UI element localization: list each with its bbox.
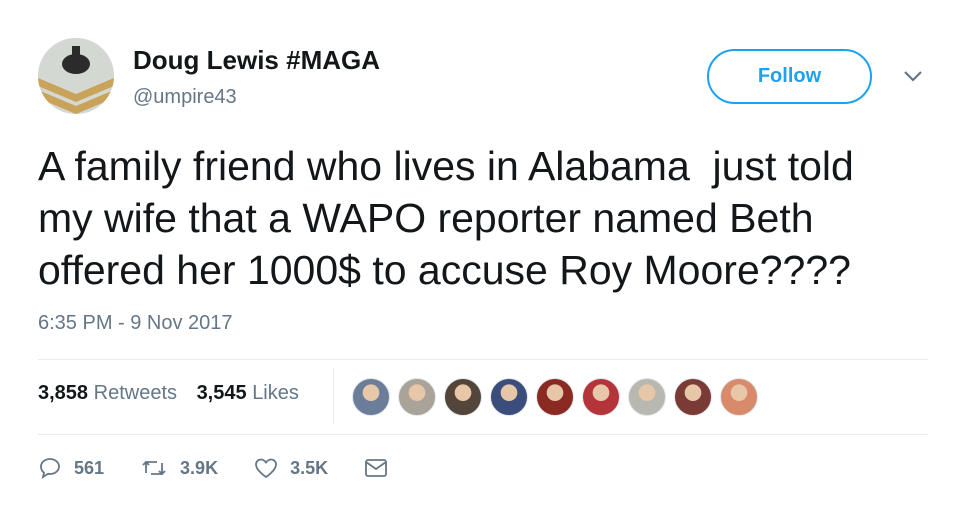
- reply-icon: [40, 458, 60, 479]
- display-name[interactable]: Doug Lewis #MAGA: [133, 45, 380, 76]
- message-button[interactable]: [364, 458, 400, 478]
- retweet-count: 3.9K: [180, 457, 219, 478]
- retweets-count: 3,858: [38, 382, 89, 404]
- liker-avatar[interactable]: [536, 378, 574, 416]
- likes-count: 3,545: [196, 382, 247, 404]
- user-handle[interactable]: @umpire43: [133, 86, 237, 109]
- liker-avatar[interactable]: [444, 378, 482, 416]
- reply-count: 561: [74, 457, 105, 478]
- liker-avatars: [352, 378, 766, 418]
- like-count: 3.5K: [290, 457, 329, 478]
- liker-avatar[interactable]: [628, 378, 666, 416]
- liker-avatar[interactable]: [582, 378, 620, 416]
- liker-avatar[interactable]: [352, 378, 390, 416]
- liker-avatar[interactable]: [674, 378, 712, 416]
- tweet-actions: 561 3.9K 3.5K: [38, 456, 436, 480]
- liker-avatar[interactable]: [720, 378, 758, 416]
- user-avatar[interactable]: [38, 38, 114, 114]
- like-button[interactable]: 3.5K: [254, 457, 328, 479]
- envelope-icon: [365, 459, 388, 477]
- divider: [333, 368, 334, 424]
- likes-stat[interactable]: 3,545 Likes: [197, 382, 299, 404]
- engagement-stats: 3,858 Retweets 3,545 Likes: [38, 382, 313, 405]
- retweets-stat[interactable]: 3,858 Retweets: [38, 382, 177, 404]
- retweet-button[interactable]: 3.9K: [140, 457, 218, 479]
- heart-icon: [255, 458, 277, 479]
- chevron-down-icon[interactable]: [902, 68, 924, 84]
- likes-label: Likes: [252, 382, 299, 404]
- divider: [38, 434, 928, 435]
- liker-avatar[interactable]: [398, 378, 436, 416]
- liker-avatar[interactable]: [490, 378, 528, 416]
- avatar-chevron-icon: [38, 38, 114, 114]
- divider: [38, 359, 928, 360]
- tweet-timestamp[interactable]: 6:35 PM - 9 Nov 2017: [38, 312, 233, 335]
- tweet-text: A family friend who lives in Alabama jus…: [38, 143, 854, 293]
- retweet-icon: [142, 460, 166, 476]
- follow-button[interactable]: Follow: [707, 49, 872, 104]
- retweets-label: Retweets: [93, 382, 177, 404]
- reply-button[interactable]: 561: [38, 456, 104, 480]
